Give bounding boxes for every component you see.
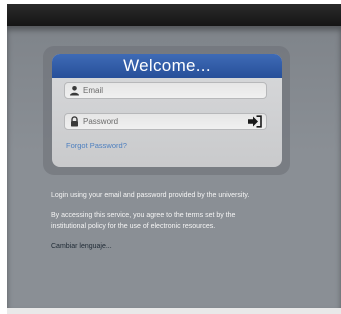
change-language-link[interactable]: Cambiar lenguaje... [51, 243, 112, 250]
login-instructions: Login using your email and password prov… [51, 192, 250, 199]
sign-in-arrow-icon[interactable] [247, 115, 263, 128]
bottom-strip [7, 308, 341, 314]
terms-notice: By accessing this service, you agree to … [51, 212, 236, 230]
email-field[interactable] [64, 82, 267, 99]
user-icon [70, 86, 79, 96]
top-bar [7, 4, 341, 26]
email-input[interactable] [83, 83, 243, 98]
password-input[interactable] [83, 114, 243, 129]
password-field[interactable] [64, 113, 267, 130]
welcome-title: Welcome... [52, 54, 282, 78]
lock-icon [71, 116, 78, 127]
login-page: Welcome... Forgot Password? Login using … [0, 0, 341, 314]
login-card: Welcome... Forgot Password? [52, 54, 282, 167]
forgot-password-link[interactable]: Forgot Password? [66, 141, 127, 150]
